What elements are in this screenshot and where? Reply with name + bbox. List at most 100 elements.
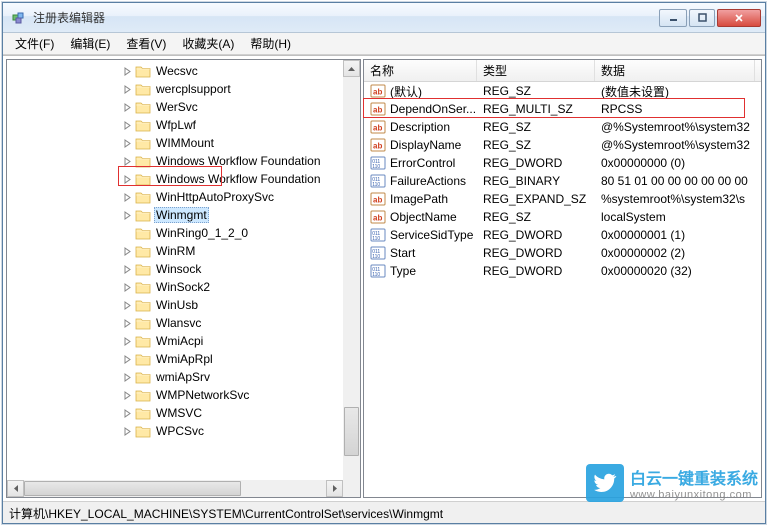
tree-item[interactable]: WmiApRpl	[7, 350, 343, 368]
value-row[interactable]: DependOnSer...REG_MULTI_SZRPCSS	[364, 100, 761, 118]
tree-label: WMPNetworkSvc	[154, 387, 251, 403]
values-header[interactable]: 名称类型数据	[364, 60, 761, 82]
tree-expander[interactable]	[119, 243, 135, 259]
menu-1[interactable]: 编辑(E)	[62, 32, 118, 55]
tree-expander[interactable]	[119, 297, 135, 313]
tree-scrollbar-vertical[interactable]	[343, 60, 360, 497]
scroll-track-h[interactable]	[24, 480, 326, 497]
folder-icon	[135, 335, 151, 348]
value-name: FailureActions	[364, 173, 477, 189]
maximize-button[interactable]	[689, 9, 715, 27]
tree-expander[interactable]	[119, 81, 135, 97]
tree-label: WIMMount	[154, 135, 216, 151]
scroll-thumb-h[interactable]	[24, 481, 241, 496]
close-button[interactable]	[717, 9, 761, 27]
value-row[interactable]: ServiceSidTypeREG_DWORD0x00000001 (1)	[364, 226, 761, 244]
folder-icon	[135, 173, 151, 186]
window: 注册表编辑器 文件(F)编辑(E)查看(V)收藏夹(A)帮助(H) Wecsvc…	[2, 2, 766, 524]
value-name: ObjectName	[364, 209, 477, 225]
tree-expander[interactable]	[119, 279, 135, 295]
tree-expander[interactable]	[119, 333, 135, 349]
scroll-left-button[interactable]	[7, 480, 24, 497]
tree-item[interactable]: WMPNetworkSvc	[7, 386, 343, 404]
tree-item[interactable]: WMSVC	[7, 404, 343, 422]
value-row[interactable]: DisplayNameREG_SZ@%Systemroot%\system32	[364, 136, 761, 154]
tree-expander[interactable]	[119, 207, 135, 223]
tree-expander[interactable]	[119, 387, 135, 403]
folder-icon	[135, 137, 151, 150]
column-header-2[interactable]: 数据	[595, 60, 755, 81]
folder-icon	[135, 191, 151, 204]
status-path: 计算机\HKEY_LOCAL_MACHINE\SYSTEM\CurrentCon…	[9, 507, 443, 521]
tree-expander[interactable]	[119, 369, 135, 385]
binary-value-icon	[370, 245, 386, 261]
tree-item[interactable]: wercplsupport	[7, 80, 343, 98]
folder-icon	[135, 353, 151, 366]
tree-item[interactable]: WPCSvc	[7, 422, 343, 440]
tree-expander[interactable]	[119, 189, 135, 205]
tree-expander[interactable]	[119, 405, 135, 421]
value-row[interactable]: ImagePathREG_EXPAND_SZ%systemroot%\syste…	[364, 190, 761, 208]
tree-item[interactable]: Windows Workflow Foundation	[7, 170, 343, 188]
tree-item[interactable]: WmiAcpi	[7, 332, 343, 350]
tree-pane[interactable]: WecsvcwercplsupportWerSvcWfpLwfWIMMountW…	[6, 59, 361, 498]
tree-label: WinSock2	[154, 279, 212, 295]
tree-label: wercplsupport	[154, 81, 233, 97]
tree-expander[interactable]	[119, 117, 135, 133]
tree-item[interactable]: WinRing0_1_2_0	[7, 224, 343, 242]
menu-2[interactable]: 查看(V)	[118, 32, 174, 55]
value-row[interactable]: ErrorControlREG_DWORD0x00000000 (0)	[364, 154, 761, 172]
tree-expander[interactable]	[119, 315, 135, 331]
binary-value-icon	[370, 263, 386, 279]
tree-item[interactable]: WinUsb	[7, 296, 343, 314]
tree-expander[interactable]	[119, 171, 135, 187]
tree-label: WinRing0_1_2_0	[154, 225, 250, 241]
tree-label: WmiAcpi	[154, 333, 205, 349]
tree-expander[interactable]	[119, 261, 135, 277]
scroll-right-button[interactable]	[326, 480, 343, 497]
tree-expander[interactable]	[119, 63, 135, 79]
value-name: Start	[364, 245, 477, 261]
values-list[interactable]: (默认)REG_SZ(数值未设置)DependOnSer...REG_MULTI…	[364, 82, 761, 497]
value-row[interactable]: StartREG_DWORD0x00000002 (2)	[364, 244, 761, 262]
tree-expander[interactable]	[119, 99, 135, 115]
tree-expander[interactable]	[119, 153, 135, 169]
tree-item[interactable]: WfpLwf	[7, 116, 343, 134]
value-row[interactable]: TypeREG_DWORD0x00000020 (32)	[364, 262, 761, 280]
tree-item[interactable]: WinHttpAutoProxySvc	[7, 188, 343, 206]
tree-item[interactable]: wmiApSrv	[7, 368, 343, 386]
scroll-up-button[interactable]	[343, 60, 360, 77]
tree-item[interactable]: Windows Workflow Foundation	[7, 152, 343, 170]
tree-label: WPCSvc	[154, 423, 206, 439]
tree-item[interactable]: Wecsvc	[7, 62, 343, 80]
menu-3[interactable]: 收藏夹(A)	[174, 32, 242, 55]
value-row[interactable]: (默认)REG_SZ(数值未设置)	[364, 82, 761, 100]
tree-scrollbar-horizontal[interactable]	[7, 480, 343, 497]
column-header-1[interactable]: 类型	[477, 60, 595, 81]
title-bar[interactable]: 注册表编辑器	[3, 3, 765, 33]
tree-expander[interactable]	[119, 135, 135, 151]
tree-item[interactable]: Winsock	[7, 260, 343, 278]
registry-tree[interactable]: WecsvcwercplsupportWerSvcWfpLwfWIMMountW…	[7, 60, 343, 442]
minimize-button[interactable]	[659, 9, 687, 27]
value-row[interactable]: DescriptionREG_SZ@%Systemroot%\system32	[364, 118, 761, 136]
scroll-track[interactable]	[343, 77, 360, 480]
value-row[interactable]: FailureActionsREG_BINARY80 51 01 00 00 0…	[364, 172, 761, 190]
tree-item[interactable]: Winmgmt	[7, 206, 343, 224]
tree-item[interactable]: WinRM	[7, 242, 343, 260]
column-header-0[interactable]: 名称	[364, 60, 477, 81]
value-name: ErrorControl	[364, 155, 477, 171]
tree-item[interactable]: WinSock2	[7, 278, 343, 296]
tree-item[interactable]: Wlansvc	[7, 314, 343, 332]
tree-item[interactable]: WIMMount	[7, 134, 343, 152]
tree-item[interactable]: WerSvc	[7, 98, 343, 116]
tree-label: Winmgmt	[154, 207, 209, 223]
tree-expander[interactable]	[119, 423, 135, 439]
scroll-thumb[interactable]	[344, 407, 359, 455]
value-row[interactable]: ObjectNameREG_SZlocalSystem	[364, 208, 761, 226]
value-data: RPCSS	[595, 102, 755, 116]
tree-expander[interactable]	[119, 351, 135, 367]
menu-4[interactable]: 帮助(H)	[242, 32, 299, 55]
menu-0[interactable]: 文件(F)	[7, 32, 62, 55]
values-pane[interactable]: 名称类型数据 (默认)REG_SZ(数值未设置)DependOnSer...RE…	[363, 59, 762, 498]
